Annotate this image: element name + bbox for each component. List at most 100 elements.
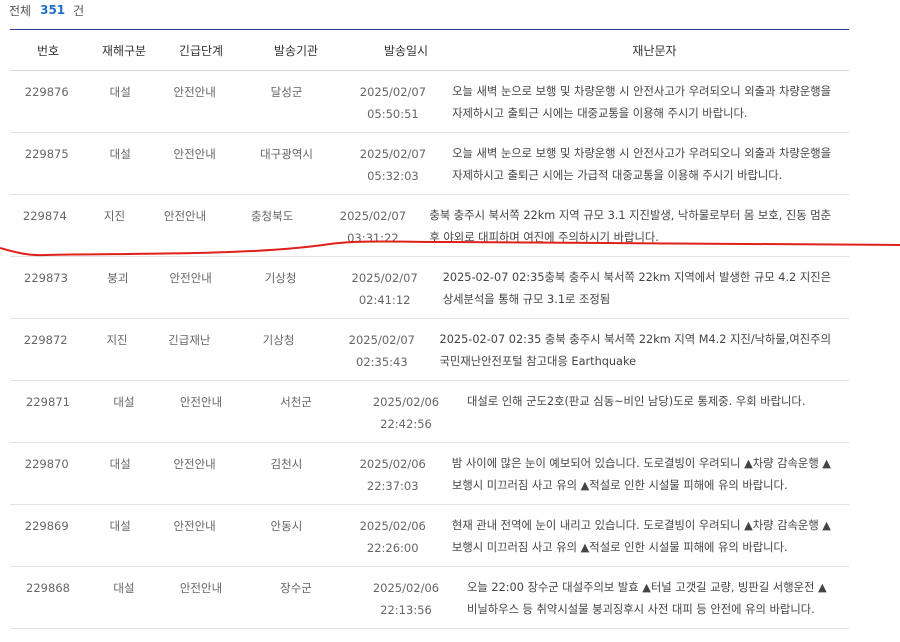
cell-no: 229873: [24, 271, 68, 285]
table-row[interactable]: 229873 붕괴 안전안내 기상청 2025/02/07 02:41:12 2025-02…: [10, 257, 849, 319]
cell-date: 2025/02/06: [359, 519, 426, 533]
cell-date: 2025/02/07: [359, 147, 427, 161]
cell-time: 05:32:03: [367, 169, 419, 183]
table-row[interactable]: 229875 대설 안전안내 대구광역시 2025/02/07 05:32:03 오늘 새벽…: [10, 133, 849, 195]
cell-datetime: 2025/02/07 05:50:51: [341, 71, 445, 132]
result-summary: 전체 351 건: [9, 0, 84, 20]
message-line-1: 2025-02-07 02:35충북 충주시 북서쪽 22km 지역에서 발생한…: [442, 271, 832, 284]
message-line-2: 자제하시고 출퇴근 시에는 대중교통을 이용해 주시기 바랍니다.: [452, 107, 748, 120]
header-level: 긴급단계: [178, 43, 224, 58]
cell-time: 02:41:12: [358, 293, 411, 307]
cell-time: 22:37:03: [366, 479, 419, 493]
cell-type: 대설: [109, 85, 131, 99]
table-row[interactable]: 229869 대설 안전안내 안동시 2025/02/06 22:26:00 현재 관내 전…: [10, 505, 849, 567]
message-line-2: 비닐하우스 등 취약시설물 붕괴징후시 사전 대피 등 안전에 유의 바랍니다.: [467, 603, 815, 616]
cell-message[interactable]: 2025-02-07 02:35 충북 충주시 북서쪽 22km 지역 M4.2…: [433, 319, 849, 380]
cell-time: 02:35:43: [356, 355, 408, 369]
cell-level: 안전안내: [173, 85, 216, 99]
cell-date: 2025/02/07: [339, 209, 407, 223]
table-row[interactable]: 229870 대설 안전안내 김천시 2025/02/06 22:37:03 밤 사이에 많…: [10, 443, 849, 505]
cell-org: 충청북도: [250, 209, 294, 223]
cell-datetime: 2025/02/06 22:13:56: [352, 567, 460, 628]
cell-datetime: 2025/02/07 02:41:12: [334, 257, 436, 318]
cell-no: 229870: [24, 457, 69, 471]
cell-org: 장수군: [280, 581, 312, 595]
cell-no: 229871: [26, 395, 70, 409]
cell-date: 2025/02/07: [351, 271, 418, 285]
cell-level: 긴급재난: [168, 333, 211, 347]
cell-datetime: 2025/02/06 22:42:56: [352, 381, 460, 442]
cell-type: 대설: [109, 147, 131, 161]
header-no: 번호: [36, 43, 60, 58]
cell-level: 안전안내: [173, 519, 216, 533]
cell-message[interactable]: 밤 사이에 많은 눈이 예보되어 있습니다. 도로결빙이 우려되니 ▲차량 감속…: [445, 443, 849, 504]
cell-org: 김천시: [270, 457, 303, 471]
cell-level: 안전안내: [179, 395, 223, 409]
cell-message[interactable]: 충북 충주시 북서쪽 22km 지역 규모 3.1 지진발생, 낙하물로부터 몸…: [422, 195, 849, 256]
cell-org: 달성군: [270, 85, 303, 99]
cell-date: 2025/02/06: [372, 395, 440, 409]
cell-type: 대설: [113, 395, 135, 409]
cell-level: 안전안내: [179, 581, 223, 595]
cell-org: 대구광역시: [260, 147, 313, 161]
cell-datetime: 2025/02/07 05:32:03: [341, 133, 445, 194]
cell-type: 대설: [109, 519, 131, 533]
cell-time: 22:42:56: [380, 417, 432, 431]
cell-level: 안전안내: [169, 271, 212, 285]
cell-level: 안전안내: [173, 147, 216, 161]
message-line-1: 현재 관내 전역에 눈이 내리고 있습니다. 도로결빙이 우려되니 ▲차량 감속…: [451, 519, 831, 532]
header-type: 재해구분: [101, 43, 147, 58]
cell-message[interactable]: 오늘 새벽 눈으로 보행 및 차량운행 시 안전사고가 우려되오니 외출과 차량…: [445, 133, 849, 194]
header-org: 발송기관: [273, 43, 319, 58]
message-line-2: 보행시 미끄러짐 사고 유의 ▲적설로 인한 시설물 피해에 유의 바랍니다.: [451, 541, 788, 554]
cell-date: 2025/02/06: [359, 457, 426, 471]
cell-no: 229876: [24, 85, 69, 99]
message-line-2: 자제하시고 출퇴근 시에는 가급적 대중교통을 이용해 주시기 바랍니다.: [452, 169, 783, 182]
result-count: 351: [40, 3, 66, 17]
message-line-1: 2025-02-07 02:35 충북 충주시 북서쪽 22km 지역 M4.2…: [439, 333, 831, 346]
cell-type: 붕괴: [107, 271, 129, 285]
cell-level: 안전안내: [173, 457, 216, 471]
header-date: 발송일시: [383, 43, 429, 58]
cell-no: 229872: [23, 333, 68, 347]
cell-time: 03:31:22: [347, 231, 399, 245]
cell-org: 서천군: [280, 395, 312, 409]
cell-datetime: 2025/02/07 03:31:22: [323, 195, 422, 256]
cell-date: 2025/02/06: [372, 581, 440, 595]
cell-message[interactable]: 오늘 22:00 장수군 대설주의보 발효 ▲터널 고갯길 교량, 빙판길 서행…: [460, 567, 849, 628]
table-row[interactable]: 229868 대설 안전안내 장수군 2025/02/06 22:13:56 오늘 22:0…: [10, 567, 849, 629]
message-line-2: 후 야외로 대피하며 여진에 주의하시기 바랍니다.: [429, 231, 659, 244]
cell-type: 지진: [103, 209, 126, 223]
message-line-2: 상세분석을 통해 규모 3.1로 조정됨: [442, 293, 611, 306]
cell-no: 229874: [22, 209, 67, 223]
message-line-1: 대설로 인해 군도2호(판교 심동~비인 남당)도로 통제중. 우회 바랍니다.: [467, 395, 806, 408]
message-line-1: 오늘 새벽 눈으로 보행 및 차량운행 시 안전사고가 우려되오니 외출과 차량…: [452, 147, 831, 160]
cell-message[interactable]: 대설로 인해 군도2호(판교 심동~비인 남당)도로 통제중. 우회 바랍니다.: [460, 381, 849, 442]
table-row[interactable]: 229876 대설 안전안내 달성군 2025/02/07 05:50:51 오늘 새벽 눈…: [10, 71, 849, 133]
table-header: 번호 재해구분 긴급단계 발송기관 발송일시 재난문자: [10, 30, 849, 71]
header-message: 재난문자: [632, 43, 677, 58]
cell-datetime: 2025/02/06 22:37:03: [341, 443, 445, 504]
cell-message[interactable]: 오늘 새벽 눈으로 보행 및 차량운행 시 안전사고가 우려되오니 외출과 차량…: [445, 71, 849, 132]
cell-no: 229868: [26, 581, 70, 595]
message-line-1: 오늘 새벽 눈으로 보행 및 차량운행 시 안전사고가 우려되오니 외출과 차량…: [452, 85, 831, 98]
message-line-1: 오늘 22:00 장수군 대설주의보 발효 ▲터널 고갯길 교량, 빙판길 서행…: [467, 581, 827, 594]
cell-time: 05:50:51: [367, 107, 419, 121]
cell-time: 22:26:00: [366, 541, 419, 555]
summary-unit: 건: [73, 3, 85, 18]
cell-level: 안전안내: [163, 209, 207, 223]
cell-datetime: 2025/02/06 22:26:00: [341, 505, 445, 566]
message-line-2: 국민재난안전포털 참고대응 Earthquake: [439, 355, 637, 368]
cell-org: 기상청: [262, 333, 295, 347]
cell-time: 22:13:56: [380, 603, 432, 617]
table-row[interactable]: 229871 대설 안전안내 서천군 2025/02/06 22:42:56 대설로 인해 …: [10, 381, 849, 443]
table-row[interactable]: 229874 지진 안전안내 충청북도 2025/02/07 03:31:22 충북 충주시…: [10, 195, 849, 257]
cell-message[interactable]: 현재 관내 전역에 눈이 내리고 있습니다. 도로결빙이 우려되니 ▲차량 감속…: [445, 505, 849, 566]
summary-label: 전체: [9, 3, 32, 18]
cell-no: 229869: [24, 519, 69, 533]
table-row[interactable]: 229872 지진 긴급재난 기상청 2025/02/07 02:35:43 2025-02…: [10, 319, 849, 381]
cell-message[interactable]: 2025-02-07 02:35충북 충주시 북서쪽 22km 지역에서 발생한…: [436, 257, 849, 318]
cell-type: 대설: [113, 581, 135, 595]
disaster-message-table: 번호 재해구분 긴급단계 발송기관 발송일시 재난문자 229876 대설 안전안내…: [10, 29, 849, 629]
message-line-2: 보행시 미끄러짐 사고 유의 ▲적설로 인한 시설물 피해에 유의 바랍니다.: [451, 479, 788, 492]
